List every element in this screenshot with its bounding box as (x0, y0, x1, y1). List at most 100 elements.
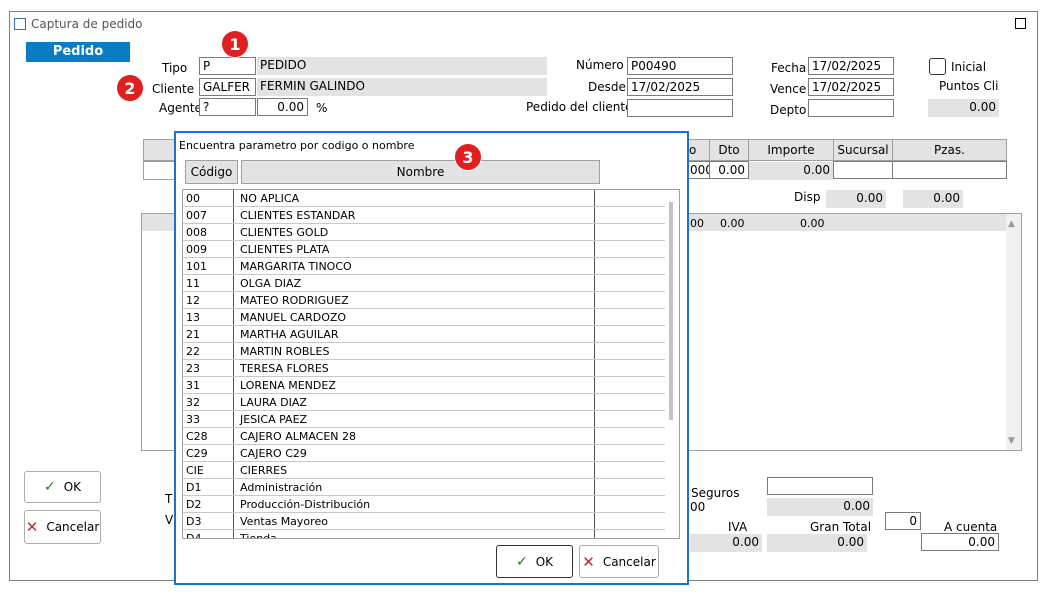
list-item-name: OLGA DIAZ (240, 277, 302, 290)
list-item[interactable]: C28 CAJERO ALMACEN 28 (183, 428, 665, 445)
list-item[interactable]: 12 MATEO RODRIGUEZ (183, 292, 665, 309)
list-item-code: 11 (186, 277, 200, 290)
detail-scrollbar[interactable] (1006, 214, 1021, 450)
list-item-name: CLIENTES ESTANDAR (240, 209, 356, 222)
grid-cell-sucursal[interactable] (833, 161, 893, 179)
dialog-results-list[interactable]: 00 NO APLICA 007 CLIENTES ESTANDAR 008 CLIENT… (182, 189, 680, 539)
pedido-cliente-input[interactable] (627, 99, 733, 117)
list-item[interactable]: D2 Producción-Distribución (183, 496, 665, 513)
close-icon: ✕ (25, 518, 39, 536)
list-item-name: Producción-Distribución (240, 498, 371, 511)
ok-button[interactable]: ✓ OK (24, 471, 101, 503)
list-item[interactable]: 23 TERESA FLORES (183, 360, 665, 377)
list-item-name: MANUEL CARDOZO (240, 311, 347, 324)
scroll-down-icon[interactable]: ▼ (1008, 436, 1015, 446)
grid-cell-o[interactable]: 000 (686, 161, 710, 179)
dialog-col-nombre[interactable]: Nombre (241, 160, 600, 184)
vence-input[interactable]: 17/02/2025 (808, 78, 894, 96)
list-item-name: Administración (240, 481, 323, 494)
list-item-code: 008 (186, 226, 207, 239)
list-item-name: NO APLICA (240, 192, 300, 205)
list-item-name: MARTHA AGUILAR (240, 328, 339, 341)
check-icon: ✓ (515, 553, 528, 570)
list-item[interactable]: D1 Administración (183, 479, 665, 496)
percent-symbol: % (316, 101, 328, 115)
vence-label: Vence (770, 82, 807, 96)
depto-input[interactable] (808, 99, 894, 117)
scroll-up-icon[interactable]: ▲ (1008, 219, 1015, 229)
list-item-name: CAJERO ALMACEN 28 (240, 430, 357, 443)
grid-cell-pzas[interactable] (892, 161, 1007, 179)
list-item-name: MATEO RODRIGUEZ (240, 294, 349, 307)
grid-col-dto: Dto (709, 139, 749, 161)
a-cuenta-input[interactable]: 0.00 (921, 533, 999, 551)
dialog-cancel-label: Cancelar (602, 554, 656, 569)
a-cuenta-label: A cuenta (944, 520, 998, 534)
numero-label: Número (576, 58, 624, 72)
list-item[interactable]: 008 CLIENTES GOLD (183, 224, 665, 241)
tipo-label: Tipo (162, 61, 188, 75)
list-item-name: MARTIN ROBLES (240, 345, 330, 358)
grid-cell-dto[interactable]: 0.00 (709, 161, 749, 179)
agente-input[interactable]: ? (199, 98, 256, 116)
cancel-button-label: Cancelar (46, 520, 100, 534)
numero-input[interactable]: P00490 (627, 57, 733, 75)
detail-sum-o: 00 (690, 217, 704, 230)
seguros-input[interactable] (767, 477, 873, 495)
dialog-scrollbar[interactable] (669, 202, 673, 420)
list-item-code: 00 (186, 192, 200, 205)
pedido-cliente-label: Pedido del cliente (526, 100, 633, 114)
list-item-name: MARGARITA TINOCO (240, 260, 352, 273)
desde-input[interactable]: 17/02/2025 (627, 78, 733, 96)
list-item[interactable]: D4 Tienda (183, 530, 665, 539)
dialog-col-codigo[interactable]: Código (185, 160, 238, 184)
pedido-tab[interactable]: Pedido (26, 42, 130, 62)
agente-label: Agente (159, 101, 202, 115)
tipo-description: PEDIDO (257, 57, 547, 75)
list-item[interactable]: 101 MARGARITA TINOCO (183, 258, 665, 275)
iva-value: 0.00 (690, 534, 762, 552)
list-item[interactable]: C29 CAJERO C29 (183, 445, 665, 462)
grid-col-pzas: Pzas. (892, 139, 1007, 161)
list-item-code: 13 (186, 311, 200, 324)
disp-value-2: 0.00 (903, 190, 963, 208)
cliente-input[interactable]: GALFER (199, 78, 256, 96)
list-item-code: D4 (186, 532, 202, 539)
window-icon (14, 18, 26, 30)
dialog-ok-button[interactable]: ✓ OK (496, 545, 573, 578)
tipo-input[interactable]: P (199, 57, 256, 75)
list-item[interactable]: 22 MARTIN ROBLES (183, 343, 665, 360)
depto-label: Depto (770, 103, 807, 117)
list-item-name: CAJERO C29 (240, 447, 307, 460)
list-item[interactable]: 31 LORENA MENDEZ (183, 377, 665, 394)
list-item[interactable]: CIE CIERRES (183, 462, 665, 479)
list-item-code: 23 (186, 362, 200, 375)
disp-label: Disp (794, 190, 821, 204)
list-item-name: CLIENTES GOLD (240, 226, 329, 239)
list-item-code: 31 (186, 379, 200, 392)
list-item[interactable]: 00 NO APLICA (183, 190, 665, 207)
list-item[interactable]: 32 LAURA DIAZ (183, 394, 665, 411)
list-item[interactable]: 007 CLIENTES ESTANDAR (183, 207, 665, 224)
grid-col-importe: Importe (748, 139, 834, 161)
list-item[interactable]: 009 CLIENTES PLATA (183, 241, 665, 258)
list-item[interactable]: 13 MANUEL CARDOZO (183, 309, 665, 326)
list-item[interactable]: 11 OLGA DIAZ (183, 275, 665, 292)
agente-percent-input[interactable]: 0.00 (257, 98, 308, 116)
gran-total-label: Gran Total (810, 520, 872, 534)
grid-row-left (143, 161, 178, 180)
list-item[interactable]: 21 MARTHA AGUILAR (183, 326, 665, 343)
close-icon: ✕ (582, 552, 595, 571)
dialog-cancel-button[interactable]: ✕ Cancelar (579, 545, 659, 578)
cancel-button[interactable]: ✕ Cancelar (24, 510, 101, 544)
maximize-icon[interactable] (1015, 18, 1026, 29)
fecha-input[interactable]: 17/02/2025 (808, 57, 894, 75)
counter-input[interactable]: 0 (885, 512, 921, 530)
list-item[interactable]: 33 JESICA PAEZ (183, 411, 665, 428)
cliente-label: Cliente (152, 82, 195, 96)
annotation-badge-1: 1 (221, 30, 249, 58)
disp-value: 0.00 (826, 190, 886, 208)
inicial-checkbox[interactable] (929, 58, 946, 75)
detail-sum-importe: 0.00 (800, 217, 825, 230)
list-item[interactable]: D3 Ventas Mayoreo (183, 513, 665, 530)
